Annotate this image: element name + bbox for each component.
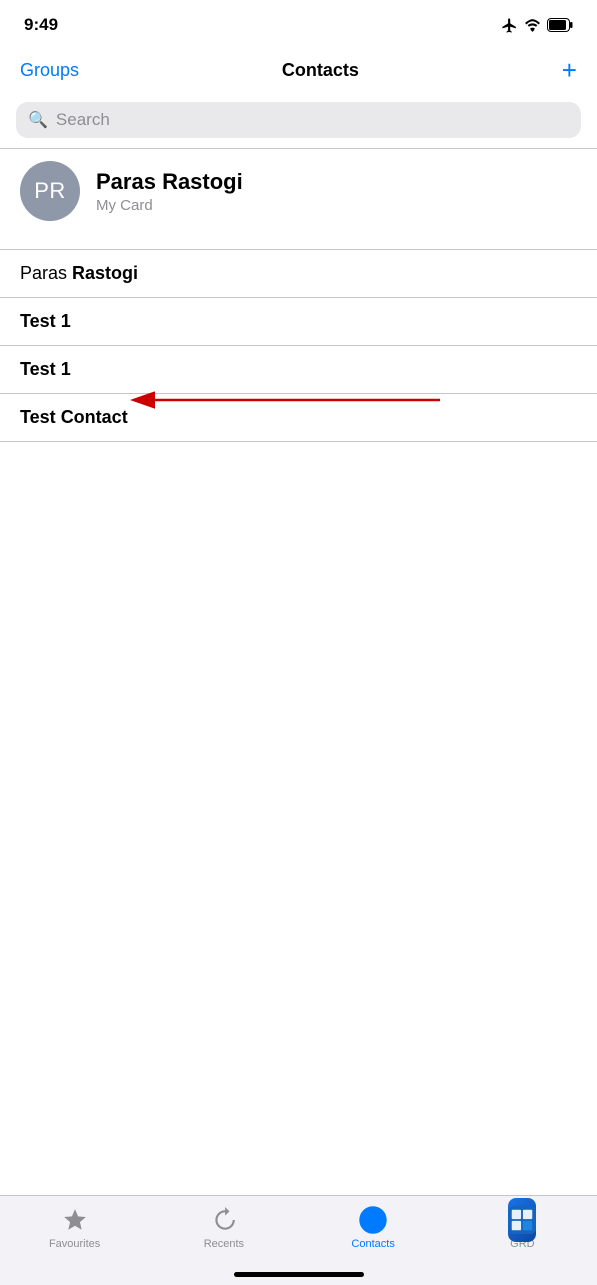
search-icon: 🔍 bbox=[28, 110, 48, 130]
tab-recents[interactable]: Recents bbox=[149, 1206, 298, 1250]
search-bar[interactable]: 🔍 Search bbox=[16, 102, 581, 138]
tab-contacts[interactable]: Contacts bbox=[299, 1206, 448, 1250]
tab-grd[interactable]: GRD bbox=[448, 1206, 597, 1250]
nav-title: Contacts bbox=[282, 60, 359, 81]
grd-icon bbox=[508, 1206, 536, 1234]
airplane-icon bbox=[501, 17, 518, 34]
nav-bar: Groups Contacts + bbox=[0, 44, 597, 96]
battery-icon bbox=[547, 18, 573, 32]
my-card-subtitle: My Card bbox=[96, 197, 243, 214]
my-card[interactable]: PR Paras Rastogi My Card bbox=[0, 149, 597, 233]
contact-item-test1-second[interactable]: Test 1 bbox=[0, 346, 597, 394]
tab-favourites[interactable]: Favourites bbox=[0, 1206, 149, 1250]
avatar: PR bbox=[20, 161, 80, 221]
home-indicator bbox=[234, 1272, 364, 1277]
search-container: 🔍 Search bbox=[0, 96, 597, 148]
tab-recents-label: Recents bbox=[204, 1238, 244, 1250]
status-icons bbox=[501, 17, 573, 34]
contact-name: Test Contact bbox=[20, 407, 128, 427]
contact-item-paras[interactable]: Paras Rastogi bbox=[0, 249, 597, 298]
contact-name: Test 1 bbox=[20, 359, 71, 379]
contacts-list: Paras Rastogi Test 1 Test 1 Test Contact bbox=[0, 249, 597, 442]
contact-item-test-contact[interactable]: Test Contact bbox=[0, 394, 597, 442]
tab-favourites-label: Favourites bbox=[49, 1238, 100, 1250]
favourites-icon bbox=[61, 1206, 89, 1234]
my-card-info: Paras Rastogi My Card bbox=[96, 169, 243, 214]
avatar-initials: PR bbox=[34, 178, 66, 204]
contact-item-test1-first[interactable]: Test 1 bbox=[0, 298, 597, 346]
add-contact-button[interactable]: + bbox=[562, 57, 577, 83]
my-card-name: Paras Rastogi bbox=[96, 169, 243, 195]
contact-name: Test 1 bbox=[20, 311, 71, 331]
recents-icon bbox=[210, 1206, 238, 1234]
search-placeholder: Search bbox=[56, 110, 110, 130]
contacts-icon bbox=[359, 1206, 387, 1234]
status-bar: 9:49 bbox=[0, 0, 597, 44]
status-time: 9:49 bbox=[24, 15, 58, 35]
tab-contacts-label: Contacts bbox=[351, 1238, 394, 1250]
wifi-icon bbox=[524, 17, 541, 34]
groups-button[interactable]: Groups bbox=[20, 60, 79, 81]
contact-name: Paras Rastogi bbox=[20, 263, 138, 283]
